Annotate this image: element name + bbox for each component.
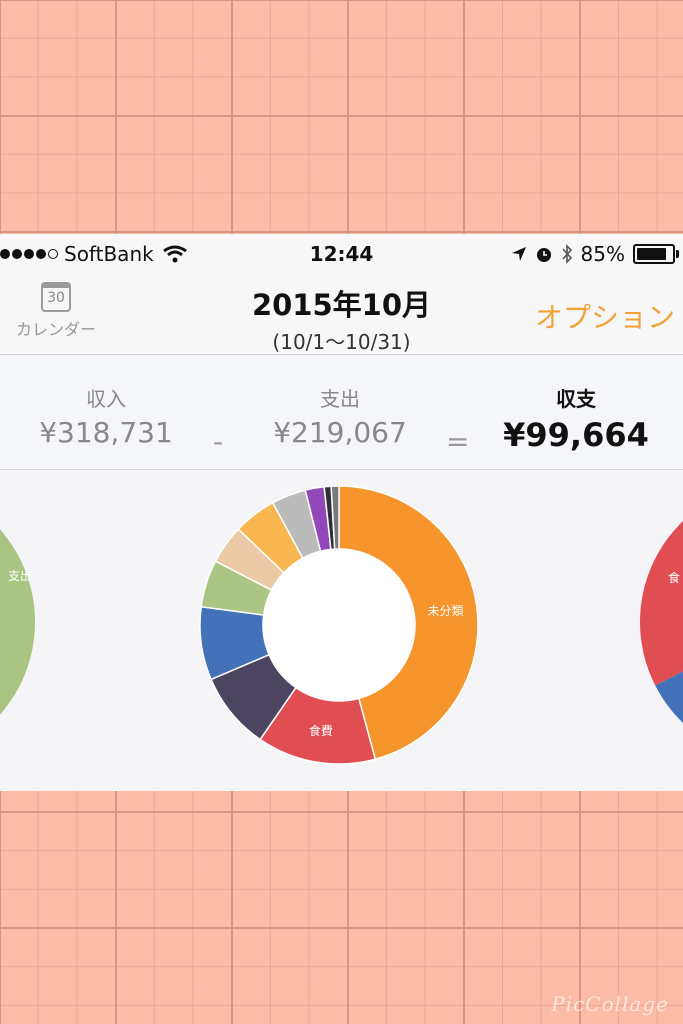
net-value: ¥99,664: [503, 416, 649, 454]
alarm-icon: [536, 248, 551, 262]
equals-sign: =: [446, 425, 470, 458]
status-bar: SoftBank 12:44 85%: [0, 234, 683, 274]
net-summary: 収支 ¥99,664: [500, 383, 652, 454]
phone-screen: SoftBank 12:44 85% 30 カレンダー 2015年10月 (10…: [0, 234, 683, 791]
income-label: 収入: [86, 387, 126, 411]
slice-label: 未分類: [428, 604, 464, 618]
summary-bar: 収入 ¥318,731 - 支出 ¥219,067 = 収支 ¥99,664: [0, 355, 683, 470]
battery-icon: [633, 244, 679, 264]
net-label: 収支: [556, 387, 596, 411]
slice-label: 食費: [309, 723, 333, 738]
chart-area[interactable]: 未分類食費 支出 食: [0, 470, 683, 790]
bluetooth-icon: [561, 244, 572, 264]
expense-label: 支出: [320, 387, 360, 411]
expense-summary: 支出 ¥219,067: [270, 383, 410, 449]
battery-fill: [637, 248, 666, 260]
location-icon: [511, 247, 526, 261]
expense-value: ¥219,067: [273, 416, 407, 449]
nav-bar: 30 カレンダー 2015年10月 (10/1〜10/31) オプション: [0, 274, 683, 355]
income-value: ¥318,731: [39, 416, 173, 449]
next-chart-label: 食: [668, 570, 680, 585]
chart-carousel[interactable]: 未分類食費 支出 食: [0, 470, 683, 790]
income-summary: 収入 ¥318,731: [36, 383, 176, 449]
donut-hole: [263, 549, 415, 701]
option-button[interactable]: オプション: [535, 296, 675, 336]
prev-chart-label: 支出: [8, 569, 32, 583]
watermark: PicCollage: [551, 992, 669, 1016]
battery-percent: 85%: [580, 242, 625, 266]
minus-sign: -: [213, 425, 224, 458]
prev-chart-slice[interactable]: [0, 482, 35, 762]
